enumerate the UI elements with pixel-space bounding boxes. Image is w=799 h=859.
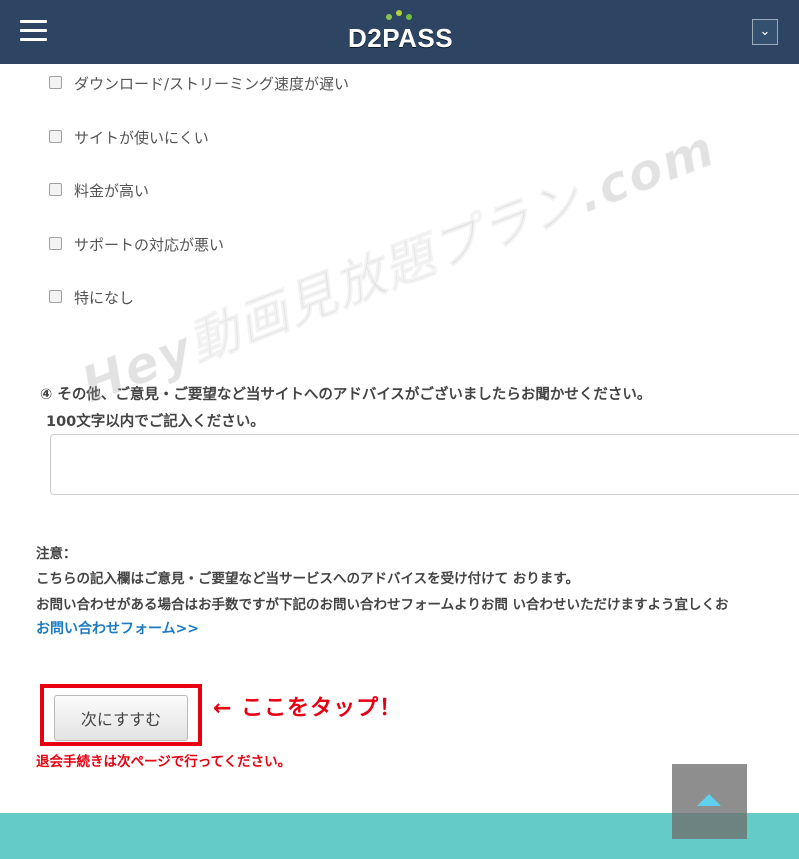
arrow-up-icon [697,794,721,806]
top-header: D2PASS ⌄ [0,0,799,64]
option-hard-to-use[interactable]: サイトが使いにくい [49,127,209,147]
option-label: ダウンロード/ストリーミング速度が遅い [74,75,350,93]
note-line-2: お問い合わせがある場合はお手数ですが下記のお問い合わせフォームよりお問 い合わせ… [36,597,729,613]
checkbox[interactable] [49,76,62,89]
checkbox[interactable] [49,130,62,143]
checkbox[interactable] [49,237,62,250]
tap-here-annotation: ← ここをタップ！ [213,696,403,721]
hamburger-icon[interactable] [20,20,47,42]
watermark: Hey動画見放題プラン.com [73,118,724,415]
note-line-1: こちらの記入欄はご意見・ご要望など当サービスへのアドバイスを受け付けて おります… [36,571,579,587]
option-slow-speed[interactable]: ダウンロード/ストリーミング速度が遅い [49,73,349,93]
option-none[interactable]: 特になし [49,287,134,307]
contact-form-link[interactable]: お問い合わせフォーム>> [36,618,199,638]
option-expensive[interactable]: 料金が高い [49,180,149,200]
logo-text: D2PASS [348,23,454,53]
logo-dots [386,10,416,20]
checkbox[interactable] [49,183,62,196]
option-bad-support[interactable]: サポートの対応が悪い [49,234,224,254]
option-label: 料金が高い [74,182,150,200]
note-heading: 注意： [36,546,77,562]
option-label: 特になし [74,289,135,307]
question-4-subtitle: 100文字以内でご記入ください。 [46,414,265,430]
option-label: サポートの対応が悪い [74,236,225,254]
d2pass-logo[interactable]: D2PASS [348,10,454,54]
next-button[interactable]: 次にすすむ [54,695,188,741]
scroll-top-button[interactable] [672,764,747,839]
question-4-title: ④ その他、ご意見・ご要望など当サイトへのアドバイスがございましたらお聞かせくだ… [40,387,652,403]
withdrawal-warning: 退会手続きは次ページで行ってください。 [36,754,292,770]
option-label: サイトが使いにくい [74,129,209,147]
advice-textarea[interactable] [50,434,799,495]
checkbox[interactable] [49,290,62,303]
page: D2PASS ⌄ ダウンロード/ストリーミング速度が遅い サイトが使いにくい 料… [0,0,799,859]
chevron-down-icon[interactable]: ⌄ [752,19,778,45]
